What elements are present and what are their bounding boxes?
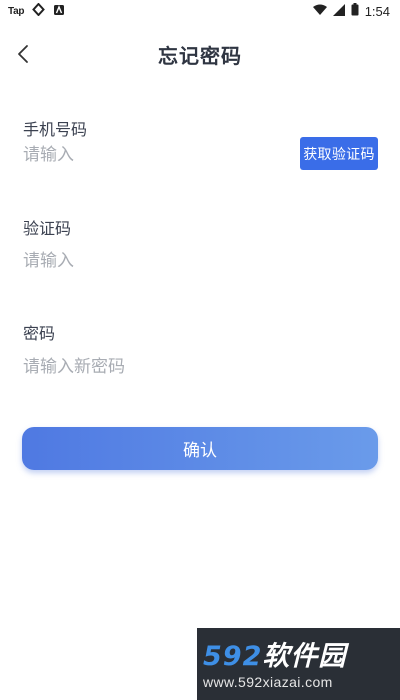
phone-input[interactable]	[23, 142, 283, 168]
watermark-number: 592	[203, 641, 263, 672]
status-left: Tap	[0, 2, 65, 19]
sync-icon	[32, 2, 45, 19]
watermark: 592软件园 www.592xiazai.com	[197, 628, 400, 700]
code-label: 验证码	[23, 219, 72, 238]
status-right: 1:54	[312, 3, 400, 19]
wifi-icon	[312, 4, 327, 19]
status-bar: Tap 1:54	[0, 0, 400, 22]
phone-label: 手机号码	[23, 120, 88, 139]
confirm-button[interactable]: 确认	[22, 427, 378, 470]
nav-bar: 忘记密码	[0, 30, 400, 78]
watermark-url: www.592xiazai.com	[203, 674, 333, 690]
signal-icon	[332, 3, 345, 19]
watermark-text: 软件园	[262, 641, 347, 672]
a-notification-icon	[53, 4, 65, 19]
watermark-logo: 592软件园	[203, 634, 346, 673]
password-label: 密码	[23, 324, 56, 343]
page-title: 忘记密码	[158, 44, 242, 68]
status-time: 1:54	[364, 3, 390, 19]
new-password-input[interactable]	[23, 354, 283, 380]
tap-app-icon: Tap	[8, 5, 25, 17]
battery-icon	[351, 3, 359, 19]
code-input[interactable]	[23, 248, 283, 274]
get-code-button[interactable]: 获取验证码	[300, 137, 378, 170]
